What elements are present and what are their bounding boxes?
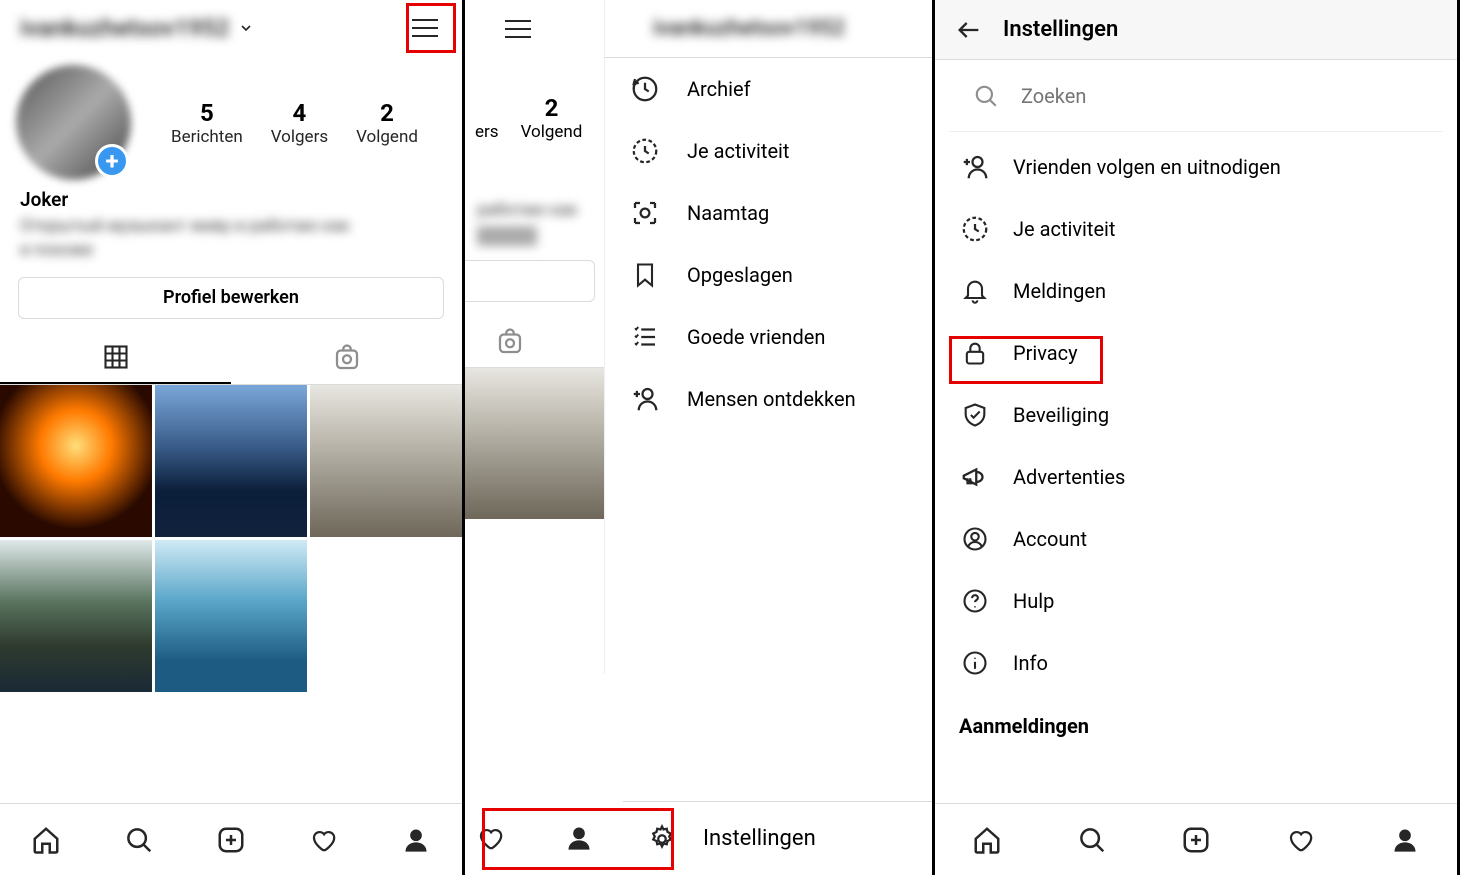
post-thumbnail[interactable] (0, 540, 152, 692)
edit-profile-button-partial[interactable] (465, 260, 595, 302)
settings-item-info[interactable]: Info (935, 632, 1457, 694)
settings-list: Vrienden volgen en uitnodigen Je activit… (935, 132, 1457, 746)
callout-hamburger (406, 3, 456, 53)
section-logins: Aanmeldingen (935, 694, 1457, 746)
post-thumbnail[interactable] (0, 385, 152, 537)
bottom-nav (0, 803, 462, 875)
tab-grid[interactable] (0, 333, 231, 384)
post-thumbnail[interactable] (155, 540, 307, 692)
nav-home-icon[interactable] (967, 820, 1007, 860)
settings-item-invite[interactable]: Vrienden volgen en uitnodigen (935, 136, 1457, 198)
profile-bio: Joker Открытый музыкант живу и работаю к… (0, 180, 462, 277)
stat-followers-partial: ers (475, 94, 499, 142)
callout-privacy (949, 336, 1103, 384)
menu-username: ivankuzhetsov1952 (653, 16, 845, 41)
settings-item-ads[interactable]: Advertenties (935, 446, 1457, 508)
add-person-icon (959, 151, 991, 183)
post-thumbnail[interactable] (155, 385, 307, 537)
menu-header: ivankuzhetsov1952 (605, 0, 932, 58)
bio-text: Открытый музыкант живу и работаю как (20, 215, 442, 239)
posts-grid (0, 385, 462, 692)
callout-settings (482, 808, 674, 870)
activity-icon (629, 135, 661, 167)
post-thumbnail[interactable] (310, 385, 462, 537)
megaphone-icon (959, 461, 991, 493)
bottom-nav (935, 803, 1457, 875)
display-name: Joker (20, 188, 442, 211)
settings-item-activity[interactable]: Je activiteit (935, 198, 1457, 260)
bio-text-line2: и похоже (20, 239, 442, 263)
search-icon (973, 83, 999, 109)
nav-activity-icon[interactable] (303, 820, 343, 860)
add-story-icon[interactable]: + (95, 144, 129, 178)
profile-tabs (0, 333, 462, 385)
shield-icon (959, 399, 991, 431)
side-menu-list: Archief Je activiteit Naamtag Opgeslagen… (605, 58, 932, 674)
edit-profile-button[interactable]: Profiel bewerken (18, 277, 444, 319)
nametag-icon (629, 197, 661, 229)
bell-icon (959, 275, 991, 307)
archive-icon (629, 73, 661, 105)
nav-search-icon[interactable] (119, 820, 159, 860)
help-icon (959, 585, 991, 617)
settings-search[interactable] (949, 60, 1443, 132)
tab-tagged[interactable] (465, 316, 605, 367)
settings-item-notifications[interactable]: Meldingen (935, 260, 1457, 322)
stat-posts[interactable]: 5 Berichten (171, 99, 243, 147)
settings-header: Instellingen (935, 0, 1457, 60)
stat-following[interactable]: 2 Volgend (356, 99, 418, 147)
settings-title: Instellingen (1003, 17, 1118, 42)
add-person-icon (629, 383, 661, 415)
settings-item-security[interactable]: Beveiliging (935, 384, 1457, 446)
panel-settings: Instellingen Vrienden volgen en uitnodig… (935, 0, 1460, 875)
menu-item-archive[interactable]: Archief (605, 58, 932, 120)
settings-item-account[interactable]: Account (935, 508, 1457, 570)
bio-partial: работаю как (477, 200, 592, 220)
hamburger-icon[interactable] (505, 20, 531, 38)
menu-item-nametag[interactable]: Naamtag (605, 182, 932, 244)
nav-activity-icon[interactable] (1280, 820, 1320, 860)
menu-item-discover[interactable]: Mensen ontdekken (605, 368, 932, 430)
activity-icon (959, 213, 991, 245)
username-text[interactable]: ivankuzhetsov1952 (20, 14, 230, 42)
profile-stats-row: + 5 Berichten 4 Volgers 2 Volgend (0, 55, 462, 180)
profile-avatar[interactable]: + (16, 65, 131, 180)
nav-profile-icon[interactable] (1385, 820, 1425, 860)
search-input[interactable] (1021, 84, 1419, 108)
post-empty (310, 540, 462, 692)
post-thumbnail[interactable] (465, 368, 605, 519)
info-icon (959, 647, 991, 679)
menu-item-saved[interactable]: Opgeslagen (605, 244, 932, 306)
bookmark-icon (629, 259, 661, 291)
nav-search-icon[interactable] (1072, 820, 1112, 860)
panel-side-menu: ers 2 Volgend работаю как (465, 0, 935, 875)
tab-tagged[interactable] (231, 333, 462, 384)
panel-profile: ivankuzhetsov1952 + 5 Berichten 4 Volger… (0, 0, 465, 875)
nav-add-icon[interactable] (1176, 820, 1216, 860)
settings-item-help[interactable]: Hulp (935, 570, 1457, 632)
back-arrow-icon[interactable] (955, 16, 983, 44)
stat-following[interactable]: 2 Volgend (521, 94, 583, 142)
menu-item-closefriends[interactable]: Goede vrienden (605, 306, 932, 368)
account-icon (959, 523, 991, 555)
list-icon (629, 321, 661, 353)
nav-home-icon[interactable] (26, 820, 66, 860)
profile-header: ivankuzhetsov1952 (0, 0, 462, 55)
nav-profile-icon[interactable] (396, 820, 436, 860)
nav-add-icon[interactable] (211, 820, 251, 860)
stat-followers[interactable]: 4 Volgers (271, 99, 328, 147)
menu-item-activity[interactable]: Je activiteit (605, 120, 932, 182)
chevron-down-icon[interactable] (238, 20, 254, 36)
